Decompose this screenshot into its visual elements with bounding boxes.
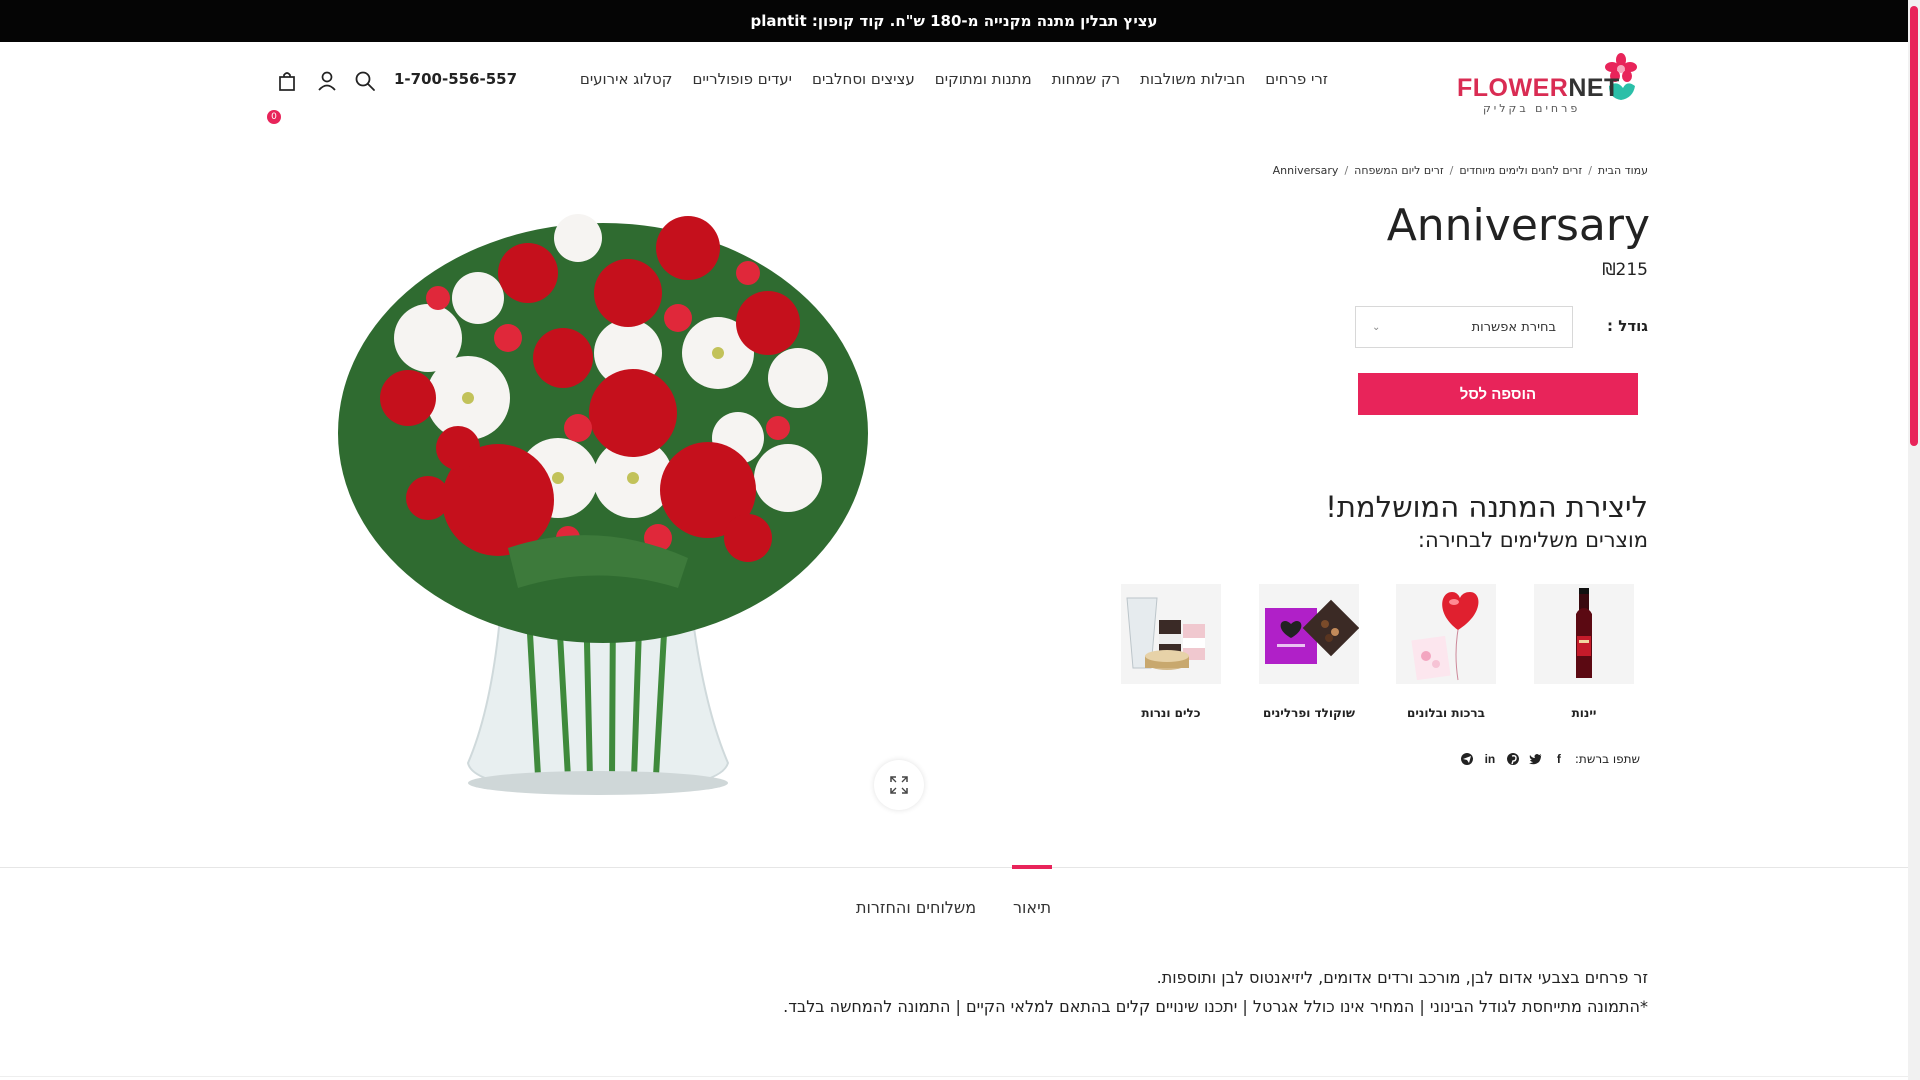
scrollbar-thumb[interactable]	[1910, 6, 1918, 446]
breadcrumb-separator: /	[1344, 164, 1349, 177]
product-title: Anniversary	[1386, 200, 1650, 251]
tabs-divider	[0, 867, 1908, 868]
main-nav: זרי פרחים חבילות משולבות רק שמחות מתנות …	[580, 70, 1328, 88]
wine-bottle-image	[1534, 584, 1634, 684]
product-price: ₪215	[1602, 260, 1648, 280]
size-select-value: בחירת אפשרות	[1471, 319, 1556, 335]
promo-bar: עציץ תבלין מתנה מקנייה מ-180 ש"ח. קוד קו…	[0, 0, 1908, 42]
product-bouquet-image	[338, 214, 868, 795]
breadcrumb: עמוד הבית / זרים לחגים ולימים מיוחדים / …	[1273, 164, 1648, 177]
cart-count-badge: 0	[267, 110, 281, 124]
linkedin-icon[interactable]: in	[1483, 752, 1497, 766]
pinterest-icon[interactable]	[1506, 752, 1520, 766]
chevron-down-icon: ⌄	[1372, 321, 1381, 333]
breadcrumb-home[interactable]: עמוד הבית	[1598, 164, 1648, 177]
breadcrumb-holidays[interactable]: זרים לחגים ולימים מיוחדים	[1459, 164, 1582, 177]
user-icon[interactable]	[316, 70, 338, 92]
chocolate-box-image	[1259, 584, 1359, 684]
upsell-item-wines[interactable]: יינות	[1534, 584, 1634, 720]
upsell-title: ליצירת המתנה המושלמת!	[1325, 490, 1648, 524]
search-icon[interactable]	[354, 70, 376, 92]
expand-icon	[890, 776, 908, 794]
promo-text: עציץ תבלין מתנה מקנייה מ-180 ש"ח. קוד קו…	[750, 12, 1158, 30]
site-logo[interactable]: FLOWERNET פרחים בקליק	[1455, 52, 1640, 118]
upsell-item-cards-balloons[interactable]: ברכות ובלונים	[1396, 584, 1496, 720]
nav-item-plants-orchids[interactable]: עציצים וסחלבים	[812, 70, 915, 88]
twitter-icon[interactable]	[1528, 752, 1543, 766]
scrollbar[interactable]	[1908, 0, 1920, 1080]
share-label: שתפו ברשת:	[1574, 752, 1640, 766]
add-to-cart-button[interactable]: הוספה לסל	[1358, 373, 1638, 415]
telegram-icon[interactable]	[1460, 752, 1474, 766]
bottom-divider	[0, 1076, 1908, 1077]
size-select[interactable]: בחירת אפשרות ⌄	[1355, 306, 1573, 348]
breadcrumb-separator: /	[1449, 164, 1454, 177]
heart-balloon-image	[1396, 584, 1496, 684]
description-line-1: זר פרחים בצבעי אדום לבן, מורכב ורדים אדו…	[1156, 968, 1648, 987]
size-label: גודל :	[1607, 317, 1648, 335]
upsell-label: יינות	[1571, 706, 1597, 720]
nav-item-gifts-sweets[interactable]: מתנות ומתוקים	[935, 70, 1032, 88]
facebook-icon[interactable]: f	[1552, 752, 1566, 766]
breadcrumb-family-day[interactable]: זרים ליום המשפחה	[1354, 164, 1443, 177]
tab-description[interactable]: תיאור	[1013, 898, 1051, 917]
breadcrumb-separator: /	[1588, 164, 1592, 177]
nav-item-celebrations[interactable]: רק שמחות	[1052, 70, 1120, 88]
upsell-subtitle: מוצרים משלימים לבחירה:	[1417, 528, 1648, 552]
cart-icon[interactable]	[276, 70, 298, 92]
vases-candles-image	[1121, 584, 1221, 684]
nav-item-bouquets[interactable]: זרי פרחים	[1265, 70, 1328, 88]
tab-shipping-returns[interactable]: משלוחים והחזרות	[856, 898, 976, 917]
zoom-image-button[interactable]	[874, 760, 924, 810]
upsell-label: כלים ונרות	[1141, 706, 1201, 720]
nav-item-popular-destinations[interactable]: יעדים פופולריים	[692, 70, 792, 88]
breadcrumb-current: Anniversary	[1272, 164, 1339, 177]
phone-number[interactable]: 1-700-556-557	[394, 70, 517, 88]
description-line-2: *התמונה מתייחסת לגודל הבינוני | המחיר אי…	[783, 997, 1648, 1016]
active-tab-indicator	[1012, 865, 1052, 869]
logo-wordmark: FLOWERNET	[1457, 74, 1620, 102]
nav-item-combo-packages[interactable]: חבילות משולבות	[1140, 70, 1245, 88]
share-row: שתפו ברשת: f in	[1460, 752, 1640, 766]
upsell-item-chocolate[interactable]: שוקולד ופרלינים	[1259, 584, 1359, 720]
upsell-item-vases-candles[interactable]: כלים ונרות	[1121, 584, 1221, 720]
upsell-label: ברכות ובלונים	[1407, 706, 1485, 720]
nav-item-events-catalog[interactable]: קטלוג אירועים	[580, 70, 673, 88]
upsell-label: שוקולד ופרלינים	[1262, 706, 1356, 720]
site-header: FLOWERNET פרחים בקליק זרי פרחים חבילות מ…	[0, 42, 1908, 124]
logo-tagline: פרחים בקליק	[1483, 102, 1581, 115]
